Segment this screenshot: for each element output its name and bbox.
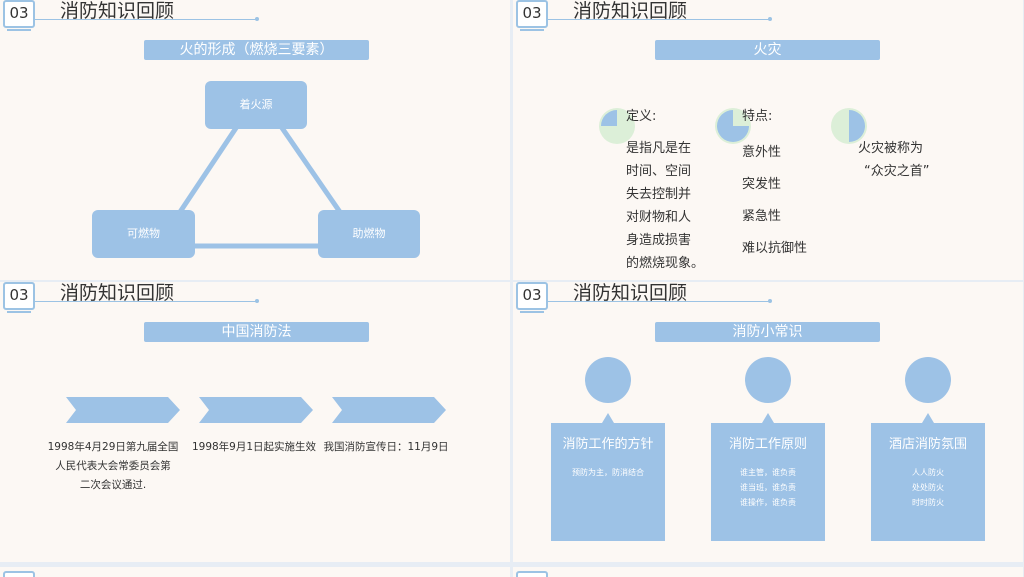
timeline-item: 1998年4月29日第九届全国 人民代表大会常委员会第 二次会议通过. xyxy=(47,441,179,491)
title-underline xyxy=(546,299,772,303)
column-line: “众灾之首” xyxy=(864,164,930,179)
nickname-column: 火灾被称为 “众灾之首” xyxy=(858,137,929,183)
node-oxidizer: 助燃物 xyxy=(318,210,420,258)
card-body: 人人防火 处处防火 时时防火 xyxy=(912,468,944,507)
card-body: 谁主管，谁负责 谁当班，谁负责 谁操作，谁负责 xyxy=(740,468,796,507)
slide-partial-bottom-right[interactable] xyxy=(513,567,1023,577)
slide-fire-law[interactable]: 03 消防知识回顾 中国消防法 1998年4月29日第九届全国 人民代表大会常委… xyxy=(0,282,510,562)
column-line: 失去控制并 xyxy=(626,187,692,202)
connector-ignition-fuel xyxy=(175,123,241,217)
slide-fire-formation[interactable]: 03 消防知识回顾 火的形成（燃烧三要素） 着火源 可燃物 助燃物 xyxy=(0,0,510,280)
column-line: 的燃烧现象。 xyxy=(626,256,705,271)
column-line: 突发性 xyxy=(742,177,782,192)
features-column: 特点: 意外性 突发性 紧急性 难以抗御性 xyxy=(742,105,807,265)
timeline-item: 1998年9月1日起实施生效 xyxy=(191,441,317,453)
column-line: 紧急性 xyxy=(742,209,782,224)
column-line: 意外性 xyxy=(742,145,782,160)
column-line: 对财物和人 xyxy=(626,210,692,225)
column-line: 时间、空间 xyxy=(626,164,692,179)
column-heading: 特点: xyxy=(742,109,773,124)
definition-column: 定义: 是指凡是在 时间、空间 失去控制并 对财物和人 身造成损害 的燃烧现象。 xyxy=(626,105,704,275)
section-banner: 消防小常识 xyxy=(655,322,880,342)
column-heading: 定义: xyxy=(626,109,657,124)
info-card-atmosphere: 酒店消防氛围 人人防火 处处防火 时时防火 xyxy=(871,413,985,541)
column-line: 身造成损害 xyxy=(626,233,692,248)
circle-icon xyxy=(745,357,791,403)
slide-number-badge xyxy=(516,571,548,577)
circle-icon xyxy=(905,357,951,403)
column-line: 难以抗御性 xyxy=(742,241,808,256)
slide-fire-tips[interactable]: 03 消防知识回顾 消防小常识 消防工作的方针 预防为主，防消结合 消防工作原则… xyxy=(513,282,1023,562)
title-underline xyxy=(33,299,259,303)
info-card-policy: 消防工作的方针 预防为主，防消结合 xyxy=(551,413,665,541)
card-title: 消防工作的方针 xyxy=(562,437,654,452)
card-body: 预防为主，防消结合 xyxy=(572,468,644,477)
section-banner: 中国消防法 xyxy=(144,322,369,342)
card-title: 消防工作原则 xyxy=(728,437,807,452)
slide-fire-disaster[interactable]: 03 消防知识回顾 火灾 定义: 是指凡是在 时间、空间 失去控制并 对财物和人… xyxy=(513,0,1023,280)
column-line: 火灾被称为 xyxy=(858,141,924,156)
slide-number-badge: 03 xyxy=(516,282,548,313)
card-title: 酒店消防氛围 xyxy=(888,437,967,452)
node-ignition-source: 着火源 xyxy=(205,81,307,129)
node-combustible: 可燃物 xyxy=(92,210,195,258)
title-underline xyxy=(546,17,772,21)
slide-number-badge: 03 xyxy=(3,282,35,313)
timeline-item: 我国消防宣传日：11月9日 xyxy=(323,441,449,453)
chevron-arrow-icon xyxy=(66,397,180,423)
column-line: 是指凡是在 xyxy=(626,141,692,156)
triangle-connectors xyxy=(175,123,345,249)
connector-ignition-oxidizer xyxy=(277,123,345,217)
circle-icon xyxy=(585,357,631,403)
info-card-principles: 消防工作原则 谁主管，谁负责 谁当班，谁负责 谁操作，谁负责 xyxy=(711,413,825,541)
chevron-arrow-icon xyxy=(332,397,446,423)
slide-partial-bottom-left[interactable] xyxy=(0,567,510,577)
slide-number-badge xyxy=(3,571,35,577)
slide-number-badge: 03 xyxy=(516,0,548,31)
chevron-arrow-icon xyxy=(199,397,313,423)
section-banner: 火灾 xyxy=(655,40,880,60)
